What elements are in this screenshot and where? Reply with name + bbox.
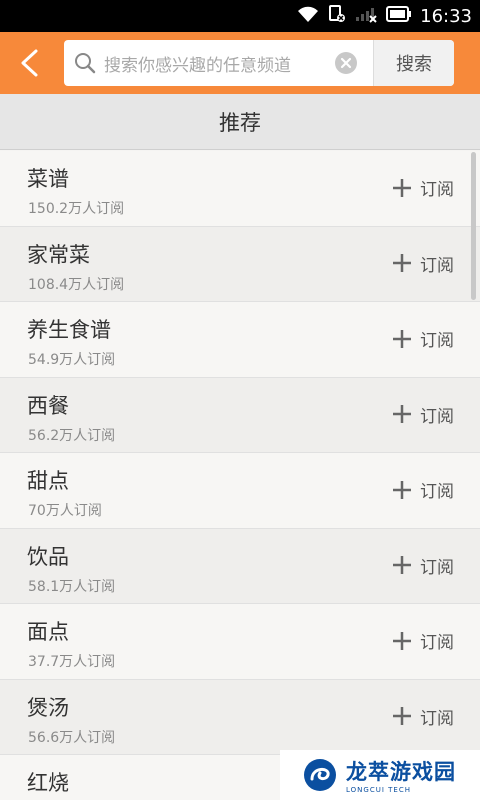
clear-button[interactable] bbox=[331, 48, 361, 78]
channel-name: 煲汤 bbox=[27, 695, 69, 720]
channel-name: 菜谱 bbox=[27, 167, 69, 191]
watermark-subtitle: LONGCUI TECH bbox=[346, 786, 411, 794]
channel-name: 饮品 bbox=[27, 544, 69, 569]
plus-icon bbox=[393, 707, 411, 725]
sim-card-icon bbox=[328, 5, 346, 27]
status-bar: 16:33 bbox=[0, 0, 480, 32]
battery-icon bbox=[386, 6, 412, 26]
list-item[interactable]: 西餐 56.2万人订阅 订阅 bbox=[0, 377, 480, 453]
list-item[interactable]: 菜谱 150.2万人订阅 订阅 bbox=[0, 151, 480, 227]
swirl-logo-icon bbox=[304, 759, 336, 791]
section-title: 推荐 bbox=[0, 94, 480, 150]
subscribe-label: 订阅 bbox=[420, 331, 454, 351]
clock: 16:33 bbox=[420, 5, 472, 27]
plus-icon bbox=[393, 480, 411, 499]
subscribe-label: 订阅 bbox=[420, 482, 454, 502]
channel-name: 面点 bbox=[27, 620, 69, 644]
subscribe-button[interactable]: 订阅 bbox=[392, 402, 454, 427]
subscribe-label: 订阅 bbox=[420, 180, 454, 200]
scrollbar[interactable] bbox=[471, 152, 476, 300]
back-button[interactable] bbox=[0, 32, 58, 94]
subscribe-label: 订阅 bbox=[420, 255, 454, 276]
watermark-title: 龙萃游戏园 bbox=[346, 760, 456, 784]
list-item[interactable]: 煲汤 56.6万人订阅 订阅 bbox=[0, 679, 480, 755]
subscribe-button[interactable]: 订阅 bbox=[392, 477, 454, 502]
search-box: 搜索你感兴趣的任意频道 搜索 bbox=[64, 40, 454, 86]
channel-name: 红烧 bbox=[27, 771, 69, 795]
clear-icon bbox=[335, 52, 357, 74]
subscriber-count: 70万人订阅 bbox=[28, 503, 102, 519]
plus-icon bbox=[393, 631, 411, 650]
channel-name: 西餐 bbox=[27, 393, 69, 418]
wifi-icon bbox=[296, 5, 320, 27]
list-item[interactable]: 饮品 58.1万人订阅 订阅 bbox=[0, 528, 480, 604]
subscriber-count: 58.1万人订阅 bbox=[28, 578, 116, 595]
channel-name: 养生食谱 bbox=[27, 318, 111, 342]
plus-icon bbox=[393, 556, 411, 574]
list-item[interactable]: 甜点 70万人订阅 订阅 bbox=[0, 453, 480, 529]
channel-name: 家常菜 bbox=[27, 242, 90, 267]
channel-list: 菜谱 150.2万人订阅 订阅 家常菜 108.4万人订阅 订阅 养生食谱 54… bbox=[0, 151, 480, 800]
top-bar: 搜索你感兴趣的任意频道 搜索 bbox=[0, 32, 480, 94]
subscribe-label: 订阅 bbox=[420, 633, 454, 653]
subscribe-button[interactable]: 订阅 bbox=[392, 326, 454, 351]
subscribe-button[interactable]: 订阅 bbox=[392, 704, 454, 729]
watermark-logo: 龙萃游戏园 LONGCUI TECH bbox=[280, 750, 480, 800]
subscriber-count: 37.7万人订阅 bbox=[28, 654, 116, 670]
subscribe-label: 订阅 bbox=[420, 708, 454, 729]
subscriber-count: 56.6万人订阅 bbox=[28, 729, 116, 746]
subscriber-count: 150.2万人订阅 bbox=[28, 201, 125, 217]
search-placeholder: 搜索你感兴趣的任意频道 bbox=[104, 55, 291, 76]
subscriber-count: 108.4万人订阅 bbox=[28, 276, 125, 293]
subscribe-button[interactable]: 订阅 bbox=[392, 175, 454, 200]
search-icon bbox=[75, 53, 96, 74]
plus-icon bbox=[393, 405, 411, 423]
subscribe-button[interactable]: 订阅 bbox=[392, 628, 454, 653]
subscribe-button[interactable]: 订阅 bbox=[392, 251, 454, 276]
plus-icon bbox=[393, 254, 411, 272]
subscribe-label: 订阅 bbox=[420, 557, 454, 578]
plus-icon bbox=[393, 329, 411, 348]
list-item[interactable]: 养生食谱 54.9万人订阅 订阅 bbox=[0, 302, 480, 378]
signal-icon bbox=[354, 5, 378, 27]
chevron-left-icon bbox=[21, 49, 38, 77]
subscriber-count: 54.9万人订阅 bbox=[28, 352, 116, 368]
list-item[interactable]: 面点 37.7万人订阅 订阅 bbox=[0, 604, 480, 680]
subscribe-label: 订阅 bbox=[420, 406, 454, 427]
subscriber-count: 56.2万人订阅 bbox=[28, 427, 116, 444]
search-input[interactable]: 搜索你感兴趣的任意频道 bbox=[64, 40, 374, 86]
plus-icon bbox=[393, 178, 411, 197]
channel-name: 甜点 bbox=[27, 469, 69, 493]
subscribe-button[interactable]: 订阅 bbox=[392, 553, 454, 578]
list-item[interactable]: 家常菜 108.4万人订阅 订阅 bbox=[0, 226, 480, 302]
search-button[interactable]: 搜索 bbox=[374, 40, 454, 86]
